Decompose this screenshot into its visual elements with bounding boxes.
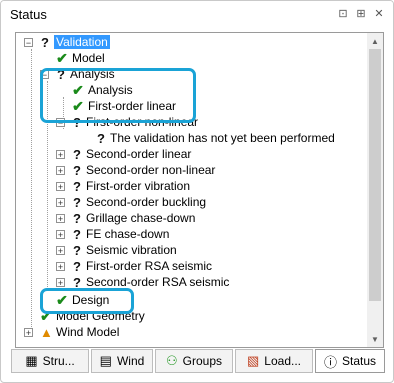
expand-toggle[interactable]: + (56, 166, 65, 176)
tree-node-label: Wind Model (56, 325, 120, 339)
tab-label: Status (341, 354, 377, 368)
tab-label: Stru... (42, 354, 75, 368)
tree-node-label: First-order vibration (86, 179, 191, 193)
check-icon: ✔ (56, 49, 68, 66)
wind-icon: ▤ (99, 353, 112, 368)
tree-node-label: Second-order buckling (86, 195, 207, 209)
expand-toggle[interactable]: + (56, 214, 65, 224)
panel-titlebar: Status ⊡ ⊞ ✕ (1, 1, 393, 25)
question-icon: ? (73, 178, 81, 194)
scroll-up-icon[interactable]: ▲ (367, 33, 383, 49)
question-icon: ? (73, 162, 81, 178)
groups-icon: ⚇ (165, 353, 178, 368)
tree-node-label: Seismic vibration (86, 243, 177, 257)
expand-toggle[interactable]: + (56, 150, 65, 160)
validation-tree[interactable]: − ? Validation ✔ Model − ? Analysis ✔ An… (15, 32, 384, 348)
pin-icon-2[interactable]: ⊞ (355, 7, 367, 20)
tab-label: Load... (264, 354, 301, 368)
highlight-box-design (40, 288, 134, 314)
tree-node-grillage-chase-down[interactable]: ? Grillage chase-down (72, 210, 195, 226)
loading-icon: ▧ (247, 353, 260, 368)
question-icon: ? (73, 210, 81, 226)
expand-toggle[interactable]: + (56, 182, 65, 192)
expand-toggle[interactable]: + (56, 278, 65, 288)
tree-node-label: Second-order linear (86, 147, 192, 161)
tab-status[interactable]: ⓘ Status (315, 349, 385, 373)
tree-node-wind-model[interactable]: ▲ Wind Model (40, 324, 119, 340)
collapse-toggle[interactable]: − (24, 38, 33, 48)
expand-toggle[interactable]: + (24, 328, 33, 338)
highlight-box-analysis (40, 68, 196, 123)
tree-node-label: First-order RSA seismic (86, 259, 213, 273)
panel-tabs: ▦ Stru... ▤ Wind ⚇ Groups ▧ Load... ⓘ St… (11, 349, 387, 375)
tab-loading[interactable]: ▧ Load... (235, 349, 313, 373)
tree-node-first-order-vibration[interactable]: ? First-order vibration (72, 178, 190, 194)
tree-node-validation[interactable]: ? Validation (40, 34, 110, 50)
tree-node-seismic-vibration[interactable]: ? Seismic vibration (72, 242, 177, 258)
expand-toggle[interactable]: + (56, 262, 65, 272)
tree-node-first-order-rsa-seismic[interactable]: ? First-order RSA seismic (72, 258, 212, 274)
question-icon: ? (73, 258, 81, 274)
tree-node-label: Validation (54, 35, 110, 49)
status-panel: Status ⊡ ⊞ ✕ − ? Validation ✔ Model − ? … (0, 0, 394, 383)
panel-title: Status (10, 7, 47, 22)
question-icon: ? (73, 242, 81, 258)
tree-node-label: Second-order non-linear (86, 163, 216, 177)
scroll-thumb[interactable] (369, 49, 381, 301)
tree-node-label: Second-order RSA seismic (86, 275, 230, 289)
tree-node-label: Model (72, 51, 105, 65)
tree-node-label: FE chase-down (86, 227, 170, 241)
tab-label: Groups (182, 354, 222, 368)
tree-node-second-order-buckling[interactable]: ? Second-order buckling (72, 194, 206, 210)
titlebar-icons: ⊡ ⊞ ✕ (337, 7, 385, 20)
pin-icon[interactable]: ⊡ (337, 7, 349, 20)
tree-node-fe-chase-down[interactable]: ? FE chase-down (72, 226, 169, 242)
scroll-down-icon[interactable]: ▼ (367, 331, 383, 347)
vertical-scrollbar[interactable]: ▲ ▼ (367, 33, 383, 347)
status-icon: ⓘ (323, 354, 337, 370)
tree-node-model[interactable]: ✔ Model (56, 50, 105, 66)
tree-node-label: The validation has not yet been performe… (110, 131, 335, 145)
tree-node-second-order-non-linear[interactable]: ? Second-order non-linear (72, 162, 215, 178)
warning-icon: ▲ (40, 324, 53, 340)
structure-icon: ▦ (25, 353, 38, 368)
close-icon[interactable]: ✕ (373, 7, 385, 20)
tab-groups[interactable]: ⚇ Groups (155, 349, 233, 373)
question-icon: ? (97, 130, 105, 146)
question-icon: ? (73, 146, 81, 162)
tab-label: Wind (116, 354, 145, 368)
tree-line (31, 49, 32, 329)
expand-toggle[interactable]: + (56, 230, 65, 240)
tab-structure[interactable]: ▦ Stru... (11, 349, 89, 373)
expand-toggle[interactable]: + (56, 246, 65, 256)
tree-node-not-performed[interactable]: ? The validation has not yet been perfor… (96, 130, 335, 146)
question-icon: ? (41, 34, 49, 50)
tab-wind[interactable]: ▤ Wind (91, 349, 153, 373)
expand-toggle[interactable]: + (56, 198, 65, 208)
question-icon: ? (73, 194, 81, 210)
question-icon: ? (73, 226, 81, 242)
tree-node-second-order-linear[interactable]: ? Second-order linear (72, 146, 191, 162)
tree-node-label: Grillage chase-down (86, 211, 196, 225)
